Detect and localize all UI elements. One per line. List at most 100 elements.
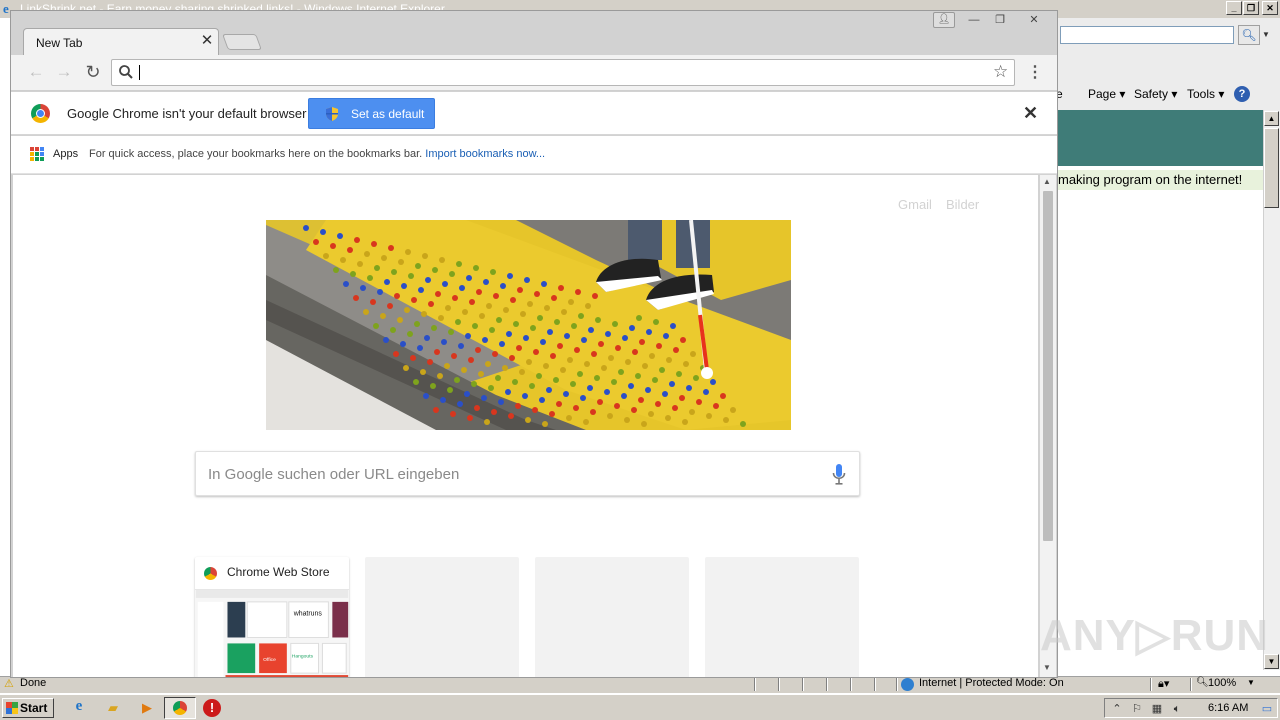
tactile-dot (670, 323, 676, 329)
tactile-dot (407, 331, 413, 337)
bookmark-star-icon[interactable]: ☆ (993, 62, 1008, 82)
folder-icon[interactable]: ▰ (102, 698, 124, 718)
clock[interactable]: 6:16 AM (1208, 702, 1248, 714)
ie-minimize-button[interactable]: _ (1226, 1, 1242, 15)
tactile-dot (611, 379, 617, 385)
forward-arrow-icon[interactable]: → (53, 61, 75, 83)
images-link[interactable]: Bilder (946, 197, 979, 212)
tactile-dot (503, 307, 509, 313)
tactile-dot (673, 347, 679, 353)
apps-shortcut[interactable]: Apps (53, 148, 78, 160)
most-visited-tile-chrome-web-store[interactable]: Chrome Web Store whatruns Office Hangout… (195, 557, 349, 677)
tactile-dot (523, 335, 529, 341)
tactile-dot (422, 253, 428, 259)
tactile-dot (730, 407, 736, 413)
ie-help-icon[interactable]: ? (1234, 86, 1250, 102)
google-doodle[interactable] (266, 220, 791, 430)
start-button[interactable]: Start (2, 698, 54, 718)
ie-taskbar-icon[interactable]: e (68, 698, 90, 718)
ie-close-button[interactable]: ✕ (1262, 1, 1278, 15)
close-infobar-icon[interactable]: ✕ (1023, 103, 1038, 124)
google-search-input[interactable]: In Google suchen oder URL eingeben (195, 451, 860, 496)
ie-cmd-page[interactable]: Page ▾ (1088, 87, 1125, 101)
tactile-dot (629, 325, 635, 331)
back-arrow-icon[interactable]: ← (25, 61, 47, 83)
tactile-dot (401, 283, 407, 289)
tactile-dot (476, 289, 482, 295)
reload-icon[interactable]: ↻ (82, 61, 104, 83)
ie-page-content (1058, 166, 1263, 670)
tactile-dot (710, 379, 716, 385)
media-player-icon[interactable]: ▶ (136, 698, 158, 718)
new-tab-button[interactable] (222, 34, 262, 50)
tactile-dot (515, 403, 521, 409)
tactile-dot (636, 315, 642, 321)
ie-cmd-tools[interactable]: Tools ▾ (1187, 87, 1224, 101)
ie-cmd-safety[interactable]: Safety ▾ (1134, 87, 1177, 101)
gmail-link[interactable]: Gmail (898, 197, 932, 212)
lock-icon[interactable]: 🔒︎▾ (1158, 677, 1169, 691)
tactile-dot (495, 375, 501, 381)
tile-title: Chrome Web Store (227, 565, 330, 579)
status-divider (778, 678, 780, 691)
tactile-dot (373, 323, 379, 329)
apps-grid-icon[interactable] (30, 147, 44, 161)
chrome-vertical-scrollbar[interactable]: ▲ ▼ (1040, 175, 1056, 677)
ie-search-button[interactable]: 🔍︎ (1238, 25, 1260, 45)
network-icon[interactable]: ▦ (1149, 701, 1165, 717)
tactile-dot (639, 339, 645, 345)
show-hidden-icons[interactable]: ⌃ (1109, 701, 1125, 717)
volume-icon[interactable]: 🔈︎ (1169, 701, 1185, 717)
tactile-dot (333, 267, 339, 273)
tactile-dot (417, 345, 423, 351)
tactile-dot (320, 229, 326, 235)
zoom-icon[interactable]: 🔍︎ (1196, 677, 1209, 688)
tactile-dot (574, 347, 580, 353)
chrome-taskbar-button[interactable] (164, 697, 196, 719)
tactile-dot (425, 277, 431, 283)
ie-restore-button[interactable]: ❐ (1243, 1, 1259, 15)
profile-icon[interactable]: 👤︎ (933, 12, 955, 28)
tab-new-tab[interactable]: New Tab ✕ (23, 28, 219, 56)
tactile-dot (444, 363, 450, 369)
ie-scroll-up-arrow[interactable]: ▲ (1264, 111, 1279, 126)
shield-icon (326, 107, 338, 121)
scroll-thumb[interactable] (1043, 191, 1053, 541)
tactile-dot (500, 283, 506, 289)
bookmarks-hint: For quick access, place your bookmarks h… (89, 148, 545, 160)
ie-zoom-level[interactable]: 100% (1208, 677, 1236, 689)
tactile-dot (451, 353, 457, 359)
tactile-dot (347, 247, 353, 253)
scroll-down-arrow[interactable]: ▼ (1043, 663, 1051, 672)
flag-icon[interactable]: ⚐ (1129, 701, 1145, 717)
ie-status-text: Done (20, 677, 47, 689)
tactile-dot (418, 287, 424, 293)
alert-icon[interactable]: ! (203, 699, 221, 717)
zoom-dropdown-icon[interactable]: ▼ (1247, 678, 1255, 687)
microphone-icon[interactable] (832, 464, 846, 486)
tactile-dot (337, 233, 343, 239)
address-bar-input[interactable]: ☆ (111, 59, 1015, 86)
tactile-dot (468, 357, 474, 363)
scroll-up-arrow[interactable]: ▲ (1043, 177, 1051, 186)
tactile-dot (411, 297, 417, 303)
import-bookmarks-link[interactable]: Import bookmarks now... (425, 148, 545, 160)
tactile-dot (594, 375, 600, 381)
tactile-dot (498, 399, 504, 405)
ie-marquee-text: making program on the internet! (1058, 172, 1243, 187)
chrome-restore-button[interactable]: ❐ (989, 13, 1011, 27)
close-tab-icon[interactable]: ✕ (199, 33, 215, 49)
ie-search-dropdown-icon[interactable]: ▼ (1262, 30, 1270, 39)
set-as-default-button[interactable]: Set as default (308, 98, 435, 129)
chrome-minimize-button[interactable]: — (963, 13, 985, 27)
tactile-dot (510, 297, 516, 303)
show-desktop-icon[interactable]: ▭ (1259, 701, 1275, 717)
new-tab-page: Gmail Bilder In Google suchen oder URL e… (13, 175, 1038, 677)
tactile-dot (479, 313, 485, 319)
ie-search-input[interactable] (1060, 26, 1234, 44)
tactile-dot (638, 397, 644, 403)
chrome-menu-icon[interactable]: ⋮ (1027, 63, 1043, 83)
tactile-dot (490, 269, 496, 275)
chrome-close-button[interactable]: ✕ (1023, 13, 1045, 27)
ie-scroll-thumb[interactable] (1264, 128, 1279, 208)
